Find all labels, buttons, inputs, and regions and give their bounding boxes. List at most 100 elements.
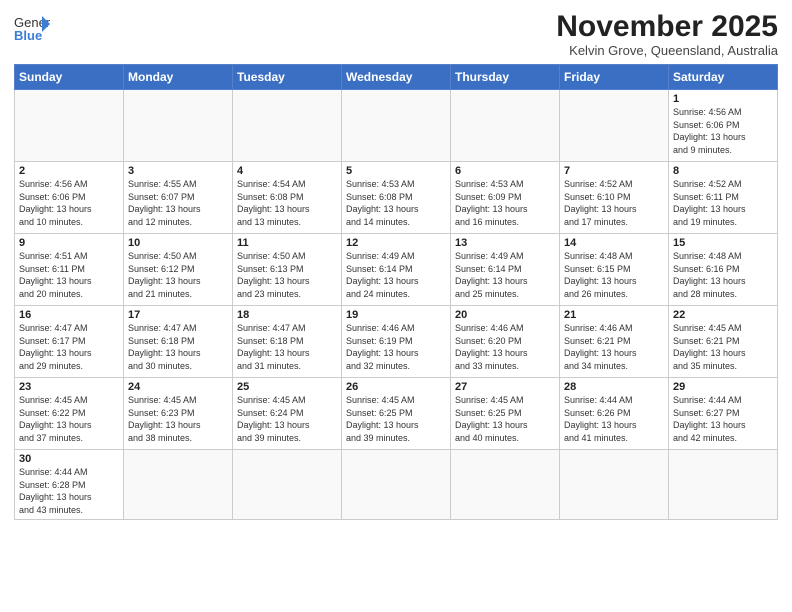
calendar-cell: 4Sunrise: 4:54 AM Sunset: 6:08 PM Daylig… — [233, 162, 342, 234]
day-number: 14 — [564, 237, 664, 249]
day-number: 7 — [564, 165, 664, 177]
weekday-header-saturday: Saturday — [669, 65, 778, 90]
calendar-cell — [124, 450, 233, 520]
calendar-cell — [451, 90, 560, 162]
day-info: Sunrise: 4:53 AM Sunset: 6:08 PM Dayligh… — [346, 178, 446, 228]
day-number: 27 — [455, 381, 555, 393]
day-number: 15 — [673, 237, 773, 249]
day-info: Sunrise: 4:47 AM Sunset: 6:18 PM Dayligh… — [128, 322, 228, 372]
weekday-header-friday: Friday — [560, 65, 669, 90]
day-number: 12 — [346, 237, 446, 249]
day-number: 21 — [564, 309, 664, 321]
day-info: Sunrise: 4:46 AM Sunset: 6:21 PM Dayligh… — [564, 322, 664, 372]
day-info: Sunrise: 4:47 AM Sunset: 6:17 PM Dayligh… — [19, 322, 119, 372]
logo-icon: General Blue — [14, 14, 50, 42]
day-number: 4 — [237, 165, 337, 177]
day-info: Sunrise: 4:52 AM Sunset: 6:10 PM Dayligh… — [564, 178, 664, 228]
svg-text:Blue: Blue — [14, 28, 42, 42]
day-info: Sunrise: 4:46 AM Sunset: 6:20 PM Dayligh… — [455, 322, 555, 372]
day-number: 10 — [128, 237, 228, 249]
week-row-4: 23Sunrise: 4:45 AM Sunset: 6:22 PM Dayli… — [15, 378, 778, 450]
calendar-cell: 27Sunrise: 4:45 AM Sunset: 6:25 PM Dayli… — [451, 378, 560, 450]
day-info: Sunrise: 4:51 AM Sunset: 6:11 PM Dayligh… — [19, 250, 119, 300]
day-info: Sunrise: 4:55 AM Sunset: 6:07 PM Dayligh… — [128, 178, 228, 228]
calendar-cell: 20Sunrise: 4:46 AM Sunset: 6:20 PM Dayli… — [451, 306, 560, 378]
day-number: 19 — [346, 309, 446, 321]
calendar-cell: 28Sunrise: 4:44 AM Sunset: 6:26 PM Dayli… — [560, 378, 669, 450]
week-row-3: 16Sunrise: 4:47 AM Sunset: 6:17 PM Dayli… — [15, 306, 778, 378]
calendar-table: SundayMondayTuesdayWednesdayThursdayFrid… — [14, 64, 778, 520]
calendar-cell: 18Sunrise: 4:47 AM Sunset: 6:18 PM Dayli… — [233, 306, 342, 378]
day-info: Sunrise: 4:44 AM Sunset: 6:27 PM Dayligh… — [673, 394, 773, 444]
day-info: Sunrise: 4:45 AM Sunset: 6:23 PM Dayligh… — [128, 394, 228, 444]
calendar-cell: 23Sunrise: 4:45 AM Sunset: 6:22 PM Dayli… — [15, 378, 124, 450]
calendar-cell: 14Sunrise: 4:48 AM Sunset: 6:15 PM Dayli… — [560, 234, 669, 306]
week-row-1: 2Sunrise: 4:56 AM Sunset: 6:06 PM Daylig… — [15, 162, 778, 234]
day-info: Sunrise: 4:48 AM Sunset: 6:15 PM Dayligh… — [564, 250, 664, 300]
calendar-cell: 1Sunrise: 4:56 AM Sunset: 6:06 PM Daylig… — [669, 90, 778, 162]
calendar-cell: 29Sunrise: 4:44 AM Sunset: 6:27 PM Dayli… — [669, 378, 778, 450]
calendar-cell: 17Sunrise: 4:47 AM Sunset: 6:18 PM Dayli… — [124, 306, 233, 378]
day-number: 11 — [237, 237, 337, 249]
day-info: Sunrise: 4:45 AM Sunset: 6:24 PM Dayligh… — [237, 394, 337, 444]
day-info: Sunrise: 4:45 AM Sunset: 6:22 PM Dayligh… — [19, 394, 119, 444]
week-row-2: 9Sunrise: 4:51 AM Sunset: 6:11 PM Daylig… — [15, 234, 778, 306]
day-info: Sunrise: 4:56 AM Sunset: 6:06 PM Dayligh… — [19, 178, 119, 228]
day-number: 5 — [346, 165, 446, 177]
week-row-0: 1Sunrise: 4:56 AM Sunset: 6:06 PM Daylig… — [15, 90, 778, 162]
day-info: Sunrise: 4:44 AM Sunset: 6:28 PM Dayligh… — [19, 466, 119, 516]
calendar-cell: 15Sunrise: 4:48 AM Sunset: 6:16 PM Dayli… — [669, 234, 778, 306]
day-number: 25 — [237, 381, 337, 393]
day-info: Sunrise: 4:46 AM Sunset: 6:19 PM Dayligh… — [346, 322, 446, 372]
day-info: Sunrise: 4:47 AM Sunset: 6:18 PM Dayligh… — [237, 322, 337, 372]
calendar-cell: 8Sunrise: 4:52 AM Sunset: 6:11 PM Daylig… — [669, 162, 778, 234]
calendar-cell: 6Sunrise: 4:53 AM Sunset: 6:09 PM Daylig… — [451, 162, 560, 234]
day-number: 30 — [19, 453, 119, 465]
calendar-cell: 12Sunrise: 4:49 AM Sunset: 6:14 PM Dayli… — [342, 234, 451, 306]
day-number: 18 — [237, 309, 337, 321]
day-number: 22 — [673, 309, 773, 321]
month-title: November 2025 — [556, 10, 778, 43]
calendar-cell — [669, 450, 778, 520]
day-info: Sunrise: 4:45 AM Sunset: 6:25 PM Dayligh… — [455, 394, 555, 444]
calendar-cell: 25Sunrise: 4:45 AM Sunset: 6:24 PM Dayli… — [233, 378, 342, 450]
weekday-header-sunday: Sunday — [15, 65, 124, 90]
day-info: Sunrise: 4:56 AM Sunset: 6:06 PM Dayligh… — [673, 106, 773, 156]
day-number: 23 — [19, 381, 119, 393]
day-number: 16 — [19, 309, 119, 321]
header: General Blue November 2025 Kelvin Grove,… — [14, 10, 778, 58]
calendar-cell: 2Sunrise: 4:56 AM Sunset: 6:06 PM Daylig… — [15, 162, 124, 234]
calendar-cell — [342, 90, 451, 162]
calendar-cell — [233, 450, 342, 520]
day-number: 3 — [128, 165, 228, 177]
day-info: Sunrise: 4:54 AM Sunset: 6:08 PM Dayligh… — [237, 178, 337, 228]
day-number: 29 — [673, 381, 773, 393]
calendar-page: General Blue November 2025 Kelvin Grove,… — [0, 0, 792, 612]
day-number: 26 — [346, 381, 446, 393]
day-number: 20 — [455, 309, 555, 321]
day-info: Sunrise: 4:50 AM Sunset: 6:13 PM Dayligh… — [237, 250, 337, 300]
day-number: 17 — [128, 309, 228, 321]
day-number: 8 — [673, 165, 773, 177]
weekday-header-tuesday: Tuesday — [233, 65, 342, 90]
calendar-cell — [233, 90, 342, 162]
calendar-cell: 26Sunrise: 4:45 AM Sunset: 6:25 PM Dayli… — [342, 378, 451, 450]
calendar-cell: 22Sunrise: 4:45 AM Sunset: 6:21 PM Dayli… — [669, 306, 778, 378]
day-info: Sunrise: 4:50 AM Sunset: 6:12 PM Dayligh… — [128, 250, 228, 300]
calendar-cell: 16Sunrise: 4:47 AM Sunset: 6:17 PM Dayli… — [15, 306, 124, 378]
calendar-cell — [124, 90, 233, 162]
calendar-cell: 10Sunrise: 4:50 AM Sunset: 6:12 PM Dayli… — [124, 234, 233, 306]
calendar-cell: 13Sunrise: 4:49 AM Sunset: 6:14 PM Dayli… — [451, 234, 560, 306]
calendar-cell: 5Sunrise: 4:53 AM Sunset: 6:08 PM Daylig… — [342, 162, 451, 234]
calendar-cell: 11Sunrise: 4:50 AM Sunset: 6:13 PM Dayli… — [233, 234, 342, 306]
day-info: Sunrise: 4:45 AM Sunset: 6:25 PM Dayligh… — [346, 394, 446, 444]
weekday-header-monday: Monday — [124, 65, 233, 90]
title-block: November 2025 Kelvin Grove, Queensland, … — [556, 10, 778, 58]
weekday-header-wednesday: Wednesday — [342, 65, 451, 90]
day-number: 9 — [19, 237, 119, 249]
weekday-header-thursday: Thursday — [451, 65, 560, 90]
calendar-cell: 19Sunrise: 4:46 AM Sunset: 6:19 PM Dayli… — [342, 306, 451, 378]
day-number: 13 — [455, 237, 555, 249]
calendar-cell — [342, 450, 451, 520]
calendar-cell: 24Sunrise: 4:45 AM Sunset: 6:23 PM Dayli… — [124, 378, 233, 450]
